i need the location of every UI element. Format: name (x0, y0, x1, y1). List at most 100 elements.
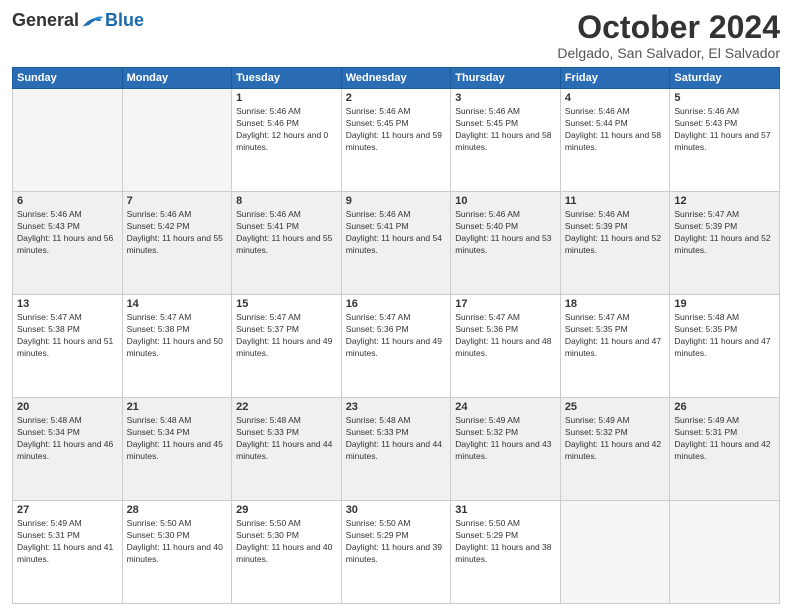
day-info: Sunrise: 5:46 AM Sunset: 5:41 PM Dayligh… (346, 209, 447, 257)
calendar-cell-4-4: 31 Sunrise: 5:50 AM Sunset: 5:29 PM Dayli… (451, 501, 561, 604)
calendar-cell-3-0: 20Sunrise: 5:48 AM Sunset: 5:34 PM Dayli… (13, 398, 123, 501)
weekday-header-row: Sunday Monday Tuesday Wednesday Thursday… (13, 68, 780, 89)
day-info: Sunrise: 5:50 AM Sunset: 5:29 PM Dayligh… (455, 518, 556, 566)
day-number: 27 (17, 504, 118, 516)
calendar-table: Sunday Monday Tuesday Wednesday Thursday… (12, 67, 780, 604)
day-number: 28 (127, 504, 228, 516)
day-number: 18 (565, 298, 666, 310)
calendar-cell-3-6: 26 Sunrise: 5:49 AM Sunset: 5:31 PM Dayli… (670, 398, 780, 501)
calendar-week-row-2: 13 Sunrise: 5:47 AM Sunset: 5:38 PM Dayli… (13, 295, 780, 398)
day-info: Sunrise: 5:46 AM Sunset: 5:40 PM Dayligh… (455, 209, 556, 257)
day-number: 17 (455, 298, 556, 310)
day-info: Sunrise: 5:46 AM Sunset: 5:44 PM Dayligh… (565, 106, 666, 154)
calendar-cell-2-1: 14 Sunrise: 5:47 AM Sunset: 5:38 PM Dayli… (122, 295, 232, 398)
day-info: Sunrise: 5:47 AM Sunset: 5:38 PM Dayligh… (17, 312, 118, 360)
day-info: Sunrise: 5:50 AM Sunset: 5:30 PM Dayligh… (236, 518, 337, 566)
day-info: Sunrise: 5:47 AM Sunset: 5:37 PM Dayligh… (236, 312, 337, 360)
calendar-cell-1-2: 8 Sunrise: 5:46 AM Sunset: 5:41 PM Daylig… (232, 192, 342, 295)
calendar-cell-0-4: 3 Sunrise: 5:46 AM Sunset: 5:45 PM Daylig… (451, 89, 561, 192)
calendar-cell-0-0 (13, 89, 123, 192)
day-info: Sunrise: 5:48 AM Sunset: 5:34 PM Dayligh… (127, 415, 228, 463)
calendar-cell-1-1: 7 Sunrise: 5:46 AM Sunset: 5:42 PM Daylig… (122, 192, 232, 295)
day-number: 31 (455, 504, 556, 516)
calendar-cell-4-2: 29 Sunrise: 5:50 AM Sunset: 5:30 PM Dayli… (232, 501, 342, 604)
calendar-cell-3-1: 21 Sunrise: 5:48 AM Sunset: 5:34 PM Dayli… (122, 398, 232, 501)
day-number: 5 (674, 92, 775, 104)
calendar-cell-1-5: 11Sunrise: 5:46 AM Sunset: 5:39 PM Dayli… (560, 192, 670, 295)
day-number: 19 (674, 298, 775, 310)
calendar-cell-1-4: 10 Sunrise: 5:46 AM Sunset: 5:40 PM Dayli… (451, 192, 561, 295)
day-number: 24 (455, 401, 556, 413)
day-number: 8 (236, 195, 337, 207)
day-info: Sunrise: 5:48 AM Sunset: 5:35 PM Dayligh… (674, 312, 775, 360)
day-number: 30 (346, 504, 447, 516)
page: General Blue October 2024 Delgado, San S… (0, 0, 792, 612)
day-info: Sunrise: 5:47 AM Sunset: 5:36 PM Dayligh… (455, 312, 556, 360)
calendar-week-row-0: 1Sunrise: 5:46 AM Sunset: 5:46 PM Daylig… (13, 89, 780, 192)
day-number: 21 (127, 401, 228, 413)
day-number: 6 (17, 195, 118, 207)
day-info: Sunrise: 5:46 AM Sunset: 5:43 PM Dayligh… (674, 106, 775, 154)
calendar-cell-0-1 (122, 89, 232, 192)
day-info: Sunrise: 5:49 AM Sunset: 5:31 PM Dayligh… (674, 415, 775, 463)
day-info: Sunrise: 5:47 AM Sunset: 5:38 PM Dayligh… (127, 312, 228, 360)
day-number: 2 (346, 92, 447, 104)
calendar-cell-2-2: 15 Sunrise: 5:47 AM Sunset: 5:37 PM Dayli… (232, 295, 342, 398)
logo-general-text: General (12, 10, 79, 31)
day-info: Sunrise: 5:47 AM Sunset: 5:35 PM Dayligh… (565, 312, 666, 360)
calendar-cell-0-5: 4 Sunrise: 5:46 AM Sunset: 5:44 PM Daylig… (560, 89, 670, 192)
calendar-cell-2-3: 16Sunrise: 5:47 AM Sunset: 5:36 PM Dayli… (341, 295, 451, 398)
calendar-cell-0-6: 5 Sunrise: 5:46 AM Sunset: 5:43 PM Daylig… (670, 89, 780, 192)
day-number: 4 (565, 92, 666, 104)
calendar-week-row-4: 27 Sunrise: 5:49 AM Sunset: 5:31 PM Dayli… (13, 501, 780, 604)
calendar-cell-1-3: 9 Sunrise: 5:46 AM Sunset: 5:41 PM Daylig… (341, 192, 451, 295)
day-info: Sunrise: 5:46 AM Sunset: 5:42 PM Dayligh… (127, 209, 228, 257)
calendar-cell-1-0: 6 Sunrise: 5:46 AM Sunset: 5:43 PM Daylig… (13, 192, 123, 295)
calendar-cell-4-0: 27 Sunrise: 5:49 AM Sunset: 5:31 PM Dayli… (13, 501, 123, 604)
calendar-cell-3-3: 23Sunrise: 5:48 AM Sunset: 5:33 PM Dayli… (341, 398, 451, 501)
calendar-cell-0-3: 2Sunrise: 5:46 AM Sunset: 5:45 PM Daylig… (341, 89, 451, 192)
calendar-week-row-1: 6 Sunrise: 5:46 AM Sunset: 5:43 PM Daylig… (13, 192, 780, 295)
header-wednesday: Wednesday (341, 68, 451, 89)
day-number: 3 (455, 92, 556, 104)
calendar-cell-4-6 (670, 501, 780, 604)
calendar-cell-1-6: 12Sunrise: 5:47 AM Sunset: 5:39 PM Dayli… (670, 192, 780, 295)
header-friday: Friday (560, 68, 670, 89)
day-number: 7 (127, 195, 228, 207)
header: General Blue October 2024 Delgado, San S… (12, 10, 780, 61)
day-number: 14 (127, 298, 228, 310)
day-info: Sunrise: 5:48 AM Sunset: 5:34 PM Dayligh… (17, 415, 118, 463)
header-saturday: Saturday (670, 68, 780, 89)
calendar-cell-4-5 (560, 501, 670, 604)
calendar-cell-3-5: 25 Sunrise: 5:49 AM Sunset: 5:32 PM Dayli… (560, 398, 670, 501)
day-number: 25 (565, 401, 666, 413)
day-info: Sunrise: 5:50 AM Sunset: 5:29 PM Dayligh… (346, 518, 447, 566)
day-info: Sunrise: 5:46 AM Sunset: 5:43 PM Dayligh… (17, 209, 118, 257)
calendar-week-row-3: 20Sunrise: 5:48 AM Sunset: 5:34 PM Dayli… (13, 398, 780, 501)
day-number: 29 (236, 504, 337, 516)
day-number: 26 (674, 401, 775, 413)
calendar-cell-4-1: 28 Sunrise: 5:50 AM Sunset: 5:30 PM Dayli… (122, 501, 232, 604)
day-number: 10 (455, 195, 556, 207)
calendar-cell-2-5: 18 Sunrise: 5:47 AM Sunset: 5:35 PM Dayli… (560, 295, 670, 398)
day-number: 11 (565, 195, 666, 207)
day-info: Sunrise: 5:49 AM Sunset: 5:31 PM Dayligh… (17, 518, 118, 566)
month-title: October 2024 (557, 10, 780, 45)
calendar-cell-2-0: 13 Sunrise: 5:47 AM Sunset: 5:38 PM Dayli… (13, 295, 123, 398)
day-info: Sunrise: 5:46 AM Sunset: 5:45 PM Dayligh… (455, 106, 556, 154)
calendar-cell-3-4: 24Sunrise: 5:49 AM Sunset: 5:32 PM Dayli… (451, 398, 561, 501)
header-thursday: Thursday (451, 68, 561, 89)
location-subtitle: Delgado, San Salvador, El Salvador (557, 45, 780, 61)
calendar-cell-2-6: 19 Sunrise: 5:48 AM Sunset: 5:35 PM Dayli… (670, 295, 780, 398)
day-number: 13 (17, 298, 118, 310)
day-number: 23 (346, 401, 447, 413)
header-sunday: Sunday (13, 68, 123, 89)
calendar-cell-2-4: 17 Sunrise: 5:47 AM Sunset: 5:36 PM Dayli… (451, 295, 561, 398)
day-number: 15 (236, 298, 337, 310)
day-number: 9 (346, 195, 447, 207)
day-info: Sunrise: 5:49 AM Sunset: 5:32 PM Dayligh… (565, 415, 666, 463)
header-tuesday: Tuesday (232, 68, 342, 89)
day-info: Sunrise: 5:50 AM Sunset: 5:30 PM Dayligh… (127, 518, 228, 566)
calendar-cell-0-2: 1Sunrise: 5:46 AM Sunset: 5:46 PM Daylig… (232, 89, 342, 192)
day-info: Sunrise: 5:46 AM Sunset: 5:41 PM Dayligh… (236, 209, 337, 257)
